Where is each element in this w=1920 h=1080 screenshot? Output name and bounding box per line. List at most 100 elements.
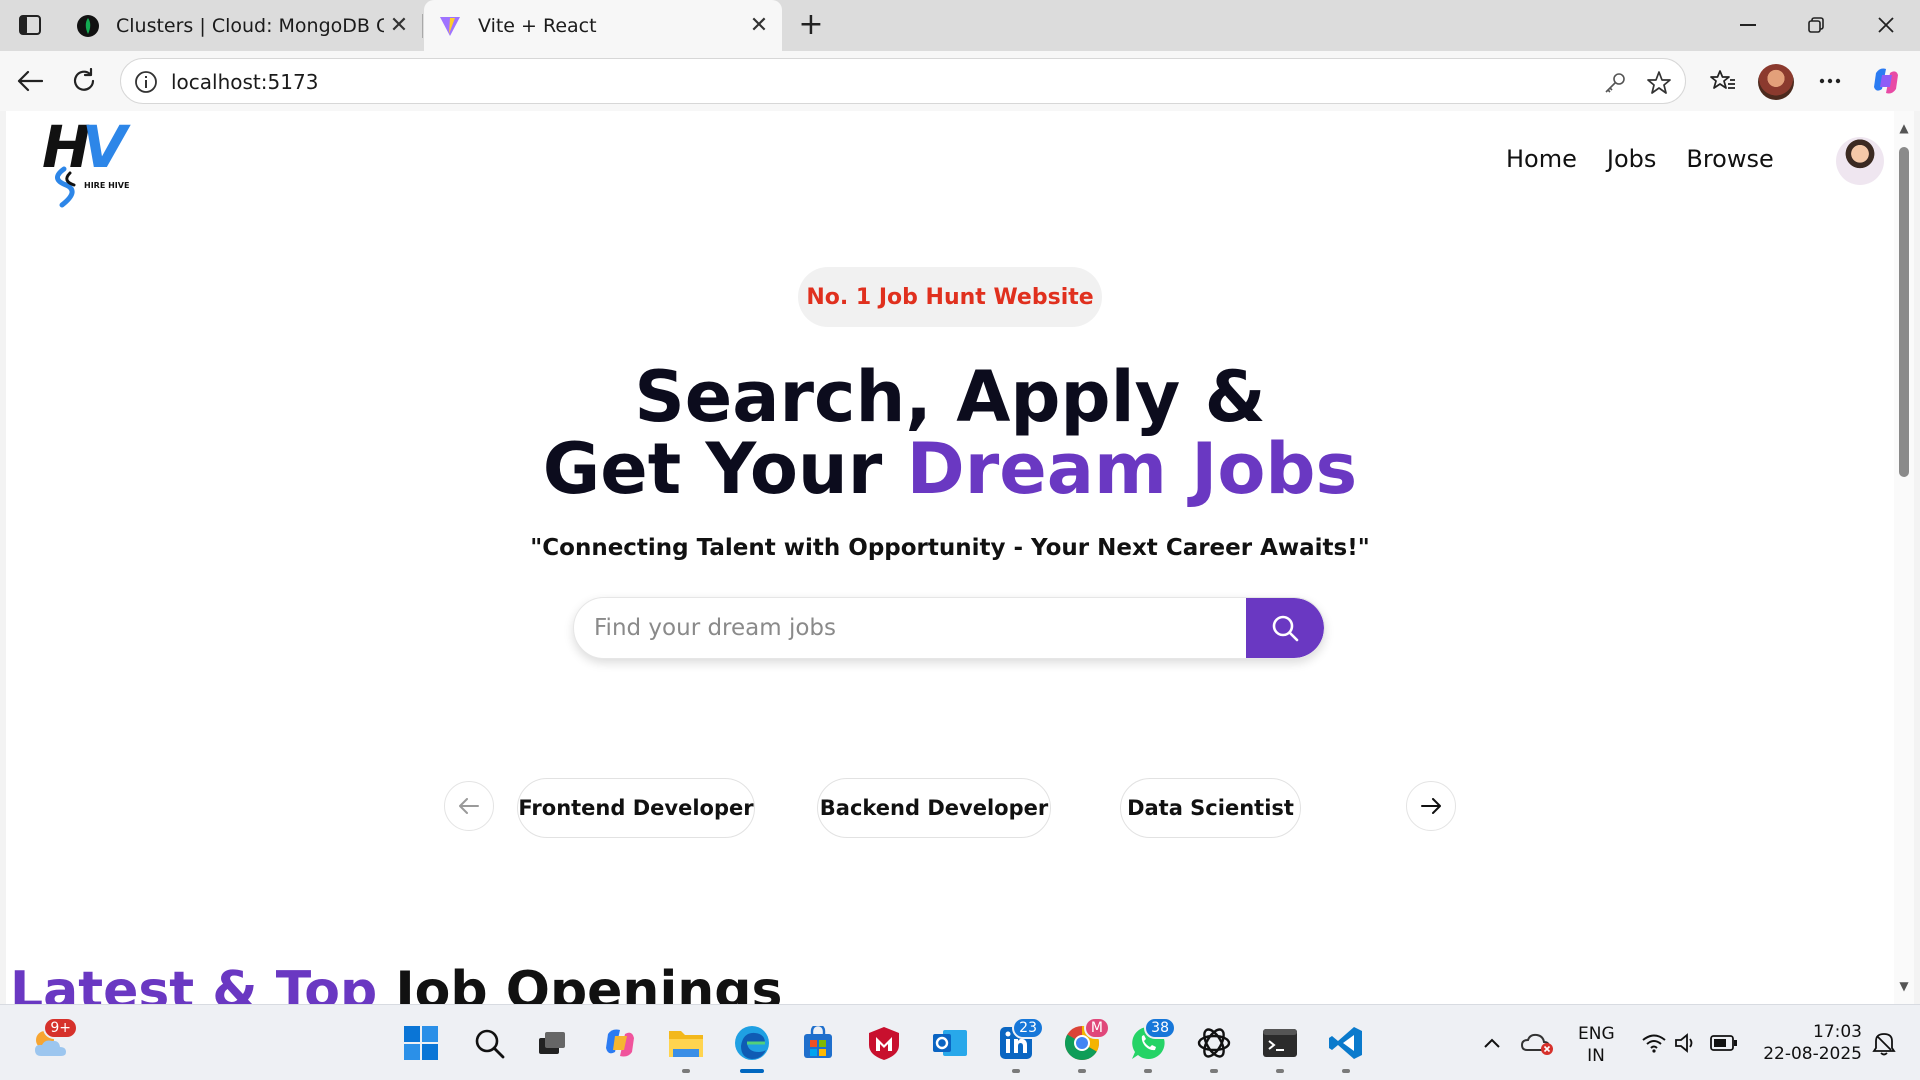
running-indicator [1276,1069,1284,1073]
region-code: IN [1587,1046,1605,1066]
close-icon[interactable]: ✕ [384,11,414,41]
close-window-icon[interactable] [1866,8,1906,42]
outlook-icon[interactable] [930,1023,970,1063]
clock[interactable]: 17:03 22-08-2025 [1752,1021,1862,1065]
profile-avatar[interactable] [1758,64,1794,100]
clock-time: 17:03 [1813,1022,1862,1042]
favorites-icon[interactable] [1705,63,1741,99]
tab-title: Vite + React [478,14,597,37]
search-icon[interactable] [469,1023,509,1063]
running-indicator [1210,1069,1218,1073]
hero-badge: No. 1 Job Hunt Website [798,267,1102,327]
arrow-left-icon [459,798,479,814]
hero-headline: Search, Apply & Get Your Dream Jobs [6,361,1894,505]
task-view-icon[interactable] [532,1023,572,1063]
copilot-icon[interactable] [600,1023,640,1063]
copilot-icon[interactable] [1868,63,1904,99]
category-chip[interactable]: Data Scientist [1120,778,1301,838]
page-viewport: H V HIRE HIVE Home Jobs Browse No. 1 Job… [6,111,1894,1004]
job-search-bar [573,597,1325,659]
linkedin-icon[interactable]: 23 [996,1017,1044,1073]
tab-title: Clusters | Cloud: MongoDB Cloud [116,14,384,37]
microsoft-store-icon[interactable] [798,1023,838,1063]
mcafee-icon[interactable] [864,1023,904,1063]
notifications-bell-icon[interactable] [1864,1023,1904,1063]
more-options-icon[interactable] [1812,63,1848,99]
clock-date: 22-08-2025 [1763,1044,1862,1064]
hero-tagline: "Connecting Talent with Opportunity - Yo… [530,535,1370,561]
volume-icon[interactable] [1666,1023,1706,1063]
close-icon[interactable]: ✕ [744,11,774,41]
category-chip[interactable]: Backend Developer [817,778,1051,838]
tab-vite-react[interactable]: Vite + React ✕ [424,0,782,51]
language-indicator[interactable]: ENG IN [1578,1023,1615,1067]
whatsapp-icon[interactable]: 38 [1128,1017,1176,1073]
weather-badge: 9+ [43,1017,78,1039]
user-avatar[interactable] [1836,137,1884,185]
section-title-accent: Latest & Top [10,961,378,1004]
url-text: localhost:5173 [171,70,319,94]
battery-icon[interactable] [1704,1023,1744,1063]
site-info-icon[interactable] [133,69,159,95]
nav-browse[interactable]: Browse [1686,145,1773,173]
tab-actions-icon[interactable] [14,11,46,39]
logo-letter-v: V [82,113,131,181]
carousel-next-button[interactable] [1406,781,1456,831]
weather-icon[interactable]: 9+ [30,1017,78,1063]
logo-subtext: HIRE HIVE [84,181,129,190]
refresh-icon[interactable] [66,63,102,99]
section-title-plain: Job Openings [377,961,783,1004]
vscode-icon[interactable] [1326,1023,1366,1073]
nav-jobs[interactable]: Jobs [1607,145,1657,173]
address-bar[interactable]: localhost:5173 [120,58,1686,104]
file-explorer-icon[interactable] [666,1023,706,1073]
onedrive-error-icon[interactable] [1518,1023,1558,1063]
running-indicator [682,1069,690,1073]
section-title: Latest & Top Job Openings [10,961,782,1004]
show-hidden-icons-chevron-up-icon[interactable] [1472,1023,1512,1063]
minimize-icon[interactable] [1728,8,1768,42]
running-indicator [740,1069,764,1073]
key-icon[interactable] [1601,69,1629,97]
linkedin-badge: 23 [1012,1017,1044,1039]
chatgpt-icon[interactable] [1194,1023,1234,1073]
language-code: ENG [1578,1024,1615,1044]
mongodb-icon [76,14,100,38]
windows-taskbar: 9+ 23 M 38 ENG IN 17:03 22-08-2025 [0,1004,1920,1080]
terminal-icon[interactable] [1260,1023,1300,1073]
running-indicator [1012,1069,1020,1073]
whatsapp-badge: 38 [1144,1017,1176,1039]
nav-home[interactable]: Home [1506,145,1577,173]
favorite-star-icon[interactable] [1645,69,1673,97]
browser-toolbar: localhost:5173 [0,51,1920,111]
tab-mongodb[interactable]: Clusters | Cloud: MongoDB Cloud ✕ [62,0,422,51]
main-nav: Home Jobs Browse [1506,145,1774,173]
tab-bar: Clusters | Cloud: MongoDB Cloud ✕ Vite +… [0,0,1920,51]
start-icon[interactable] [401,1023,441,1063]
scroll-up-icon[interactable]: ▲ [1897,121,1911,135]
arrow-right-icon [1421,798,1441,814]
headline-line-1: Search, Apply & [634,356,1266,438]
edge-icon[interactable] [732,1023,772,1073]
chrome-icon[interactable]: M [1062,1017,1110,1073]
new-tab-button[interactable]: + [795,7,827,42]
scroll-down-icon[interactable]: ▼ [1897,979,1911,993]
back-icon[interactable] [12,63,48,99]
headline-accent: Dream Jobs [906,428,1358,510]
scroll-thumb[interactable] [1899,147,1909,477]
running-indicator [1144,1069,1152,1073]
restore-icon[interactable] [1796,8,1836,42]
search-icon [1272,615,1299,642]
search-button[interactable] [1246,598,1324,658]
tab-separator [422,14,423,38]
job-search-input[interactable] [574,598,1248,658]
running-indicator [1078,1069,1086,1073]
headline-line-2: Get Your [542,428,907,510]
carousel-prev-button[interactable] [444,781,494,831]
chrome-profile-badge: M [1083,1017,1110,1039]
page-scrollbar[interactable]: ▲ ▼ [1894,111,1914,1004]
running-indicator [1342,1069,1350,1073]
category-chip[interactable]: Frontend Developer [517,778,755,838]
site-logo[interactable]: H V HIRE HIVE [40,111,150,211]
vite-icon [438,14,462,38]
